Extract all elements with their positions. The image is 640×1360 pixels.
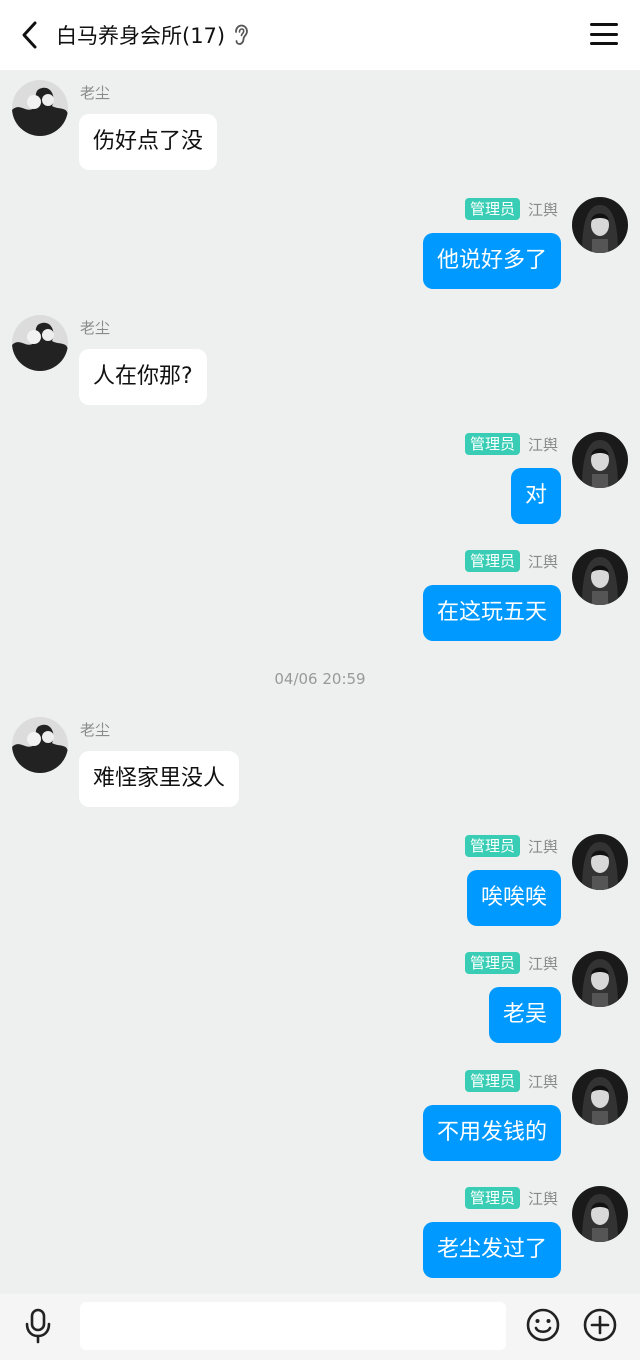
- message-bubble[interactable]: 老吴: [488, 987, 561, 1043]
- sender-name: 江舆: [527, 435, 558, 454]
- sender-name: 江舆: [527, 1072, 558, 1091]
- sender-name: 老尘: [80, 319, 111, 337]
- sender-name: 江舆: [527, 200, 558, 219]
- avatar[interactable]: [572, 432, 628, 488]
- admin-badge: 管理员: [464, 952, 520, 974]
- plus-circle-icon: [583, 1308, 617, 1342]
- back-button[interactable]: [12, 17, 48, 53]
- avatar[interactable]: [572, 834, 628, 890]
- message-item: 管理员 江舆 老尘发过了: [0, 1186, 640, 1286]
- message-bubble[interactable]: 不用发钱的: [422, 1105, 561, 1161]
- avatar[interactable]: [572, 197, 628, 253]
- admin-badge: 管理员: [464, 198, 520, 220]
- sender-line: 管理员 江舆: [464, 834, 558, 858]
- message-bubble[interactable]: 伤好点了没: [79, 114, 218, 170]
- message-item: 老尘 伤好点了没: [0, 70, 640, 180]
- message-bubble[interactable]: 人在你那?: [79, 349, 207, 405]
- sender-line: 管理员 江舆: [464, 549, 558, 573]
- message-item: 老尘 人在你那?: [0, 305, 640, 415]
- avatar[interactable]: [572, 951, 628, 1007]
- emoji-icon: [526, 1308, 560, 1342]
- sender-name: 老尘: [80, 721, 111, 739]
- admin-badge: 管理员: [464, 433, 520, 455]
- chat-header: 白马养身会所(17): [0, 0, 640, 70]
- message-item: 管理员 江舆 不用发钱的: [0, 1069, 640, 1169]
- sender-line: 管理员 江舆: [464, 432, 558, 456]
- timestamp-divider: 04/06 20:59: [274, 670, 366, 688]
- message-input[interactable]: [80, 1302, 506, 1350]
- sender-line: 管理员 江舆: [464, 1186, 558, 1210]
- message-item: 管理员 江舆 他说好多了: [0, 197, 640, 297]
- message-item: 管理员 江舆 老吴: [0, 951, 640, 1051]
- sender-name: 江舆: [527, 552, 558, 571]
- chat-title: 白马养身会所(17): [56, 24, 226, 48]
- sender-name: 江舆: [527, 1189, 558, 1208]
- emoji-button[interactable]: [525, 1307, 561, 1343]
- chat-title-area[interactable]: 白马养身会所(17): [56, 0, 251, 70]
- message-item: 老尘 难怪家里没人: [0, 707, 640, 817]
- message-bubble[interactable]: 对: [510, 468, 561, 524]
- message-bubble[interactable]: 在这玩五天: [422, 585, 561, 641]
- message-item: 管理员 江舆 在这玩五天: [0, 549, 640, 649]
- hamburger-menu-icon: [590, 23, 618, 26]
- sender-name: 江舆: [527, 837, 558, 856]
- ear-icon: [233, 24, 251, 46]
- message-item: 管理员 江舆 唉唉唉: [0, 834, 640, 934]
- avatar[interactable]: [572, 1186, 628, 1242]
- voice-button[interactable]: [22, 1308, 54, 1344]
- message-bubble[interactable]: 唉唉唉: [466, 870, 561, 926]
- avatar[interactable]: [572, 1069, 628, 1125]
- chevron-left-icon: [22, 21, 37, 49]
- message-bubble[interactable]: 难怪家里没人: [79, 751, 240, 807]
- sender-name: 老尘: [80, 84, 111, 102]
- avatar[interactable]: [12, 315, 68, 371]
- microphone-icon: [25, 1308, 51, 1344]
- admin-badge: 管理员: [464, 1070, 520, 1092]
- menu-button[interactable]: [590, 20, 618, 48]
- message-bubble[interactable]: 老尘发过了: [422, 1222, 561, 1278]
- more-button[interactable]: [582, 1307, 618, 1343]
- message-list[interactable]: 老尘 伤好点了没 管理员 江舆 他说好多了 老尘 人在你那? 管理员 江舆 对: [0, 70, 640, 1294]
- admin-badge: 管理员: [464, 835, 520, 857]
- sender-line: 管理员 江舆: [464, 1069, 558, 1093]
- admin-badge: 管理员: [464, 550, 520, 572]
- message-item: 管理员 江舆 对: [0, 432, 640, 532]
- avatar[interactable]: [12, 717, 68, 773]
- sender-line: 管理员 江舆: [464, 951, 558, 975]
- sender-name: 江舆: [527, 954, 558, 973]
- message-bubble[interactable]: 他说好多了: [422, 233, 561, 289]
- avatar[interactable]: [12, 80, 68, 136]
- sender-line: 管理员 江舆: [464, 197, 558, 221]
- input-bar: [0, 1294, 640, 1360]
- admin-badge: 管理员: [464, 1187, 520, 1209]
- avatar[interactable]: [572, 549, 628, 605]
